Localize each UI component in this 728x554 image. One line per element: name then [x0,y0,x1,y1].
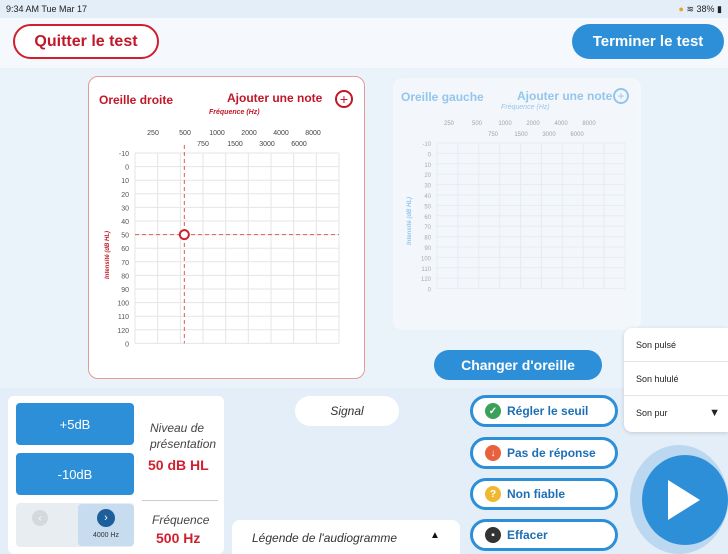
frequency-tick: 1000 [209,130,225,137]
frequency-tick: 4000 [554,121,568,127]
frequency-tick: 3000 [259,141,275,148]
status-bar: 9:34 AM Tue Mar 17 ● ≋ 38% ▮ [0,0,728,18]
question-icon: ? [485,486,501,502]
level-tick: 0 [125,341,129,348]
frequency-label: Fréquence [152,513,210,527]
level-tick: 50 [424,204,431,210]
level-tick: 40 [121,219,129,226]
right-ear-audiogram[interactable]: Oreille droite Ajouter une note + Fréque… [88,76,365,379]
frequency-tick: 250 [147,130,159,137]
chevron-up-icon[interactable]: ▲ [430,530,440,541]
level-tick: 80 [424,236,431,242]
unreliable-button[interactable]: ? Non fiable [470,478,618,510]
status-right: ● ≋ 38% ▮ [678,4,723,14]
sound-pulsed-option[interactable]: Son pulsé [624,328,728,362]
battery-icon: ▮ [717,4,722,14]
frequency-tick: 250 [444,121,455,127]
legend-label: Légende de l'audiogramme [252,531,398,545]
set-threshold-label: Régler le seuil [507,404,589,418]
erase-button[interactable]: ▪ Effacer [470,519,618,551]
quit-test-button[interactable]: Quitter le test [13,24,159,59]
status-time: 9:34 AM Tue Mar 17 [6,4,88,14]
no-response-button[interactable]: ↓ Pas de réponse [470,437,618,469]
right-ear-grid: -10 0 10 20 30 40 50 60 70 80 90 100 110 120 0 250 500 10… [105,130,340,348]
frequency-tick: 750 [488,132,499,138]
level-tick: 50 [121,233,129,240]
presentation-level-value: 50 dB HL [148,457,209,473]
erase-label: Effacer [507,528,548,542]
next-frequency-label: 4000 Hz [92,532,120,539]
plus-5db-button[interactable]: +5dB [16,403,134,445]
unreliable-label: Non fiable [507,487,566,501]
left-ear-audiogram[interactable]: Oreille gauche Ajouter une note + Fréque… [393,78,641,330]
frequency-tick: 8000 [305,130,321,137]
next-frequency-icon[interactable]: › [97,509,115,527]
level-tick: 10 [121,178,129,185]
frequency-tick: 1500 [227,141,243,148]
battery-level: 38% [696,4,715,14]
play-icon [668,480,700,520]
level-tick: 20 [424,173,431,179]
frequency-tick: 3000 [542,132,556,138]
level-tick: 120 [421,277,432,283]
level-tick: 90 [121,287,129,294]
frequency-tick: 1000 [498,121,512,127]
level-tick: 0 [428,152,432,158]
level-tick: 30 [424,184,431,190]
level-tick: 100 [421,256,432,262]
finish-test-button[interactable]: Terminer le test [572,24,724,59]
level-tick: 0 [125,165,129,172]
frequency-value: 500 Hz [156,530,201,546]
sound-pure-label: Son pur [636,408,668,418]
signal-indicator: Signal [295,396,399,426]
intensity-axis-label: Intensité (dB HL) [407,197,413,245]
level-tick: 40 [424,194,431,200]
level-tick: 30 [121,205,129,212]
level-tick: 110 [118,314,129,321]
frequency-tick: 8000 [582,121,596,127]
wifi-icon: ≋ [686,4,694,14]
level-tick: 70 [121,260,129,267]
level-tick: 10 [424,163,431,169]
set-threshold-button[interactable]: ✓ Régler le seuil [470,395,618,427]
divider [142,500,218,501]
level-tick: 60 [121,246,129,253]
intensity-axis-label: Intensité (dB HL) [105,231,111,279]
level-tick: 80 [121,273,129,280]
level-tick: 110 [421,267,431,273]
frequency-tick: 500 [179,130,191,137]
left-ear-grid: -10 0 10 20 30 40 50 60 70 80 90 100 110 120 0 250 500 10… [407,121,626,294]
no-response-label: Pas de réponse [507,446,596,460]
level-tick: 60 [424,215,431,221]
sound-warble-option[interactable]: Son hululé [624,362,728,396]
frequency-tick: 6000 [570,132,584,138]
frequency-tick: 2000 [526,121,540,127]
level-tick: 120 [117,328,129,335]
level-tick: -10 [422,142,431,148]
frequency-tick: 1500 [514,132,528,138]
check-icon: ✓ [485,403,501,419]
frequency-tick: 2000 [241,130,257,137]
level-tick: 0 [428,288,432,294]
trash-icon: ▪ [485,527,501,543]
frequency-tick: 6000 [291,141,307,148]
level-tick: 90 [424,246,431,252]
sound-pure-select[interactable]: Son pur ▼ [624,396,728,430]
level-tick: 100 [117,301,129,308]
level-tick: 70 [424,225,431,231]
frequency-tick: 750 [197,141,209,148]
level-tick: 20 [121,192,129,199]
frequency-tick: 500 [472,121,483,127]
prev-frequency-icon[interactable]: ‹ [32,510,48,526]
threshold-marker [178,229,190,241]
level-tick: -10 [119,151,129,158]
presentation-level-label: Niveau de présentation [150,421,217,451]
arrow-down-icon: ↓ [485,445,501,461]
sound-type-menu: Son pulsé Son hululé Son pur ▼ [624,328,728,432]
frequency-tick: 4000 [273,130,289,137]
chevron-down-icon: ▼ [709,407,720,419]
change-ear-button[interactable]: Changer d'oreille [434,350,602,380]
minus-10db-button[interactable]: -10dB [16,453,134,495]
